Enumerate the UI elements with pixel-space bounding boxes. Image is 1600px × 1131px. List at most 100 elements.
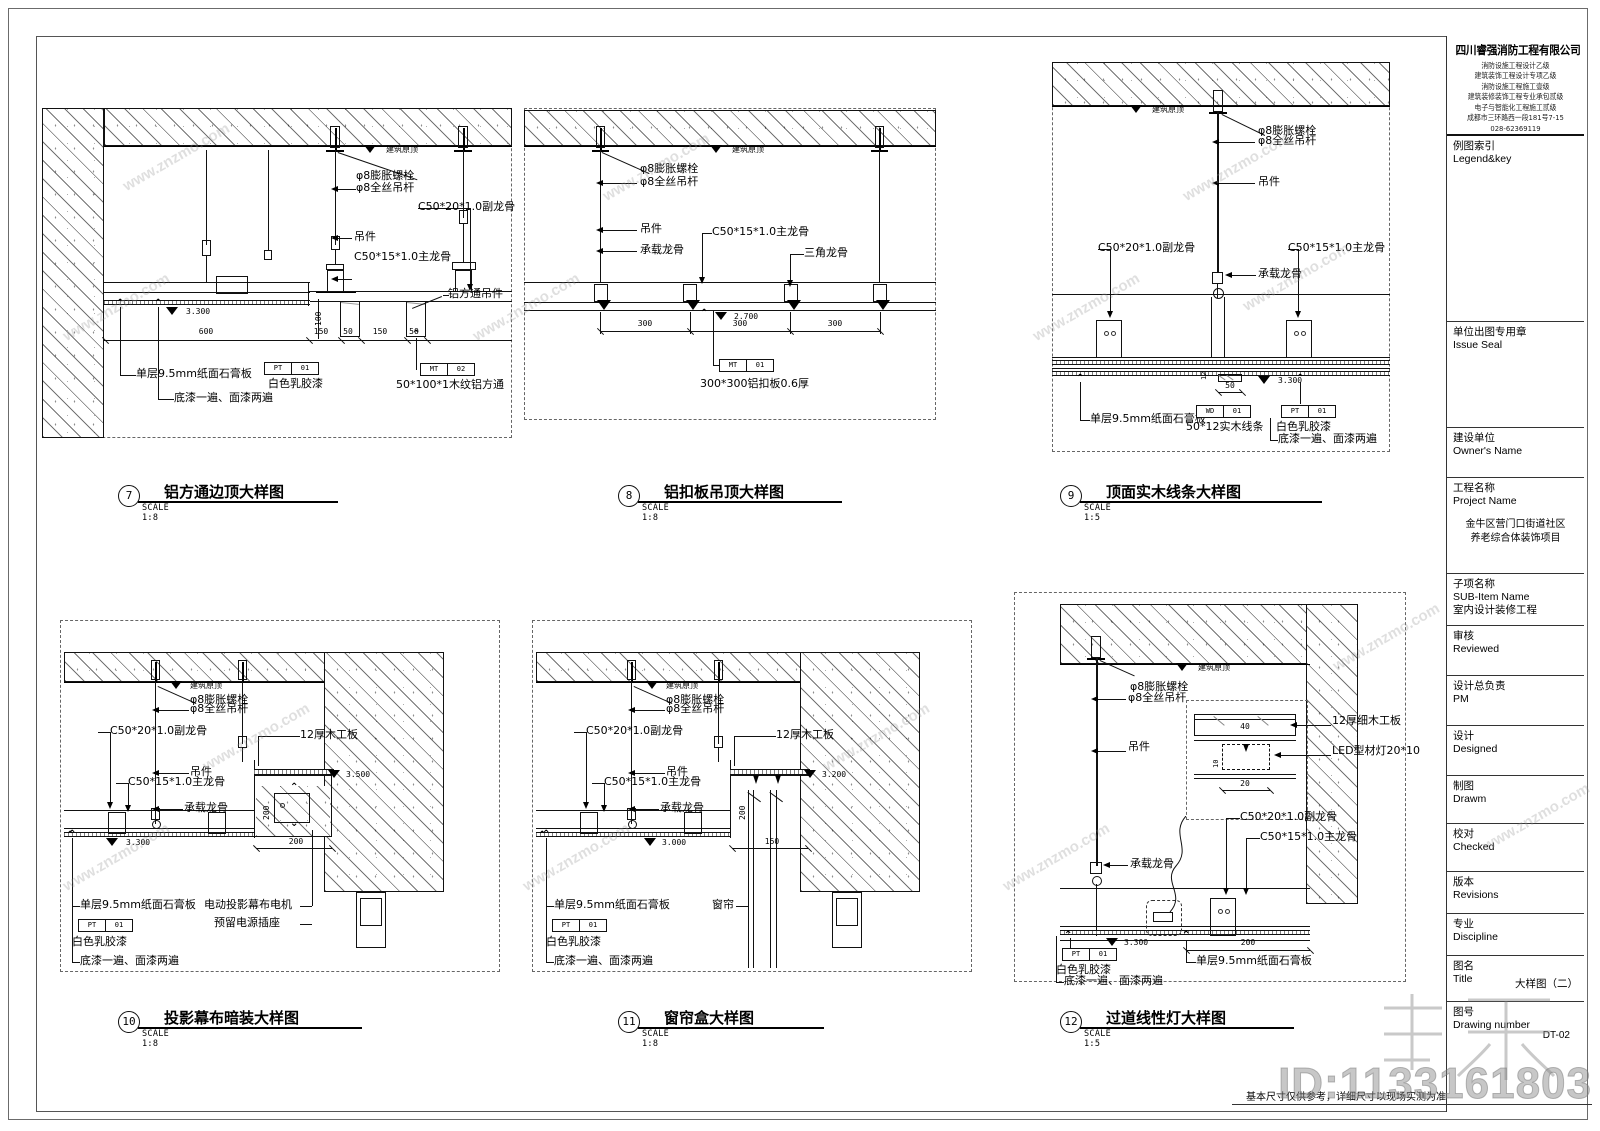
tb-number-cn: 图号 <box>1453 1006 1474 1018</box>
d9-tag-wd01: WD 01 <box>1196 405 1251 418</box>
d7-label-main-keel: C50*15*1.0主龙骨 <box>354 250 452 263</box>
d11-tag-pt01: PT 01 <box>552 919 607 932</box>
detail-7-number: 7 <box>118 485 140 507</box>
tb-row-checked: 校对 Checked <box>1447 824 1584 872</box>
d10-label-plywood: 12厚木工板 <box>300 728 358 741</box>
footer-rule <box>1232 1104 1592 1105</box>
d9-tag-pt01-num: 01 <box>1317 407 1327 415</box>
tb-pm-cn: 设计总负责 <box>1453 680 1506 692</box>
d10-label-board: 单层9.5mm纸面石膏板 <box>80 898 196 911</box>
company-qual-1: 建筑装饰工程设计专项乙级 <box>1474 71 1557 81</box>
tb-project-cn: 工程名称 <box>1453 482 1495 494</box>
tb-checked-cn: 校对 <box>1453 828 1474 840</box>
detail-12-scale: SCALE 1:5 <box>1084 1029 1112 1049</box>
tb-project-value: 金牛区营门口街道社区 养老综合体装饰项目 <box>1465 519 1566 544</box>
d8-tag-mt01-num: 01 <box>755 361 765 369</box>
d7-label-hanger: 吊件 <box>354 230 376 243</box>
tb-title-value: 大样图（二） <box>1515 978 1578 990</box>
d12-tag-pt01-num: 01 <box>1098 950 1108 958</box>
d7-tag-pt01-code: PT <box>265 363 292 374</box>
tb-row-designed: 设计 Designed <box>1447 726 1584 776</box>
d8-dim-2: 300 <box>827 319 843 328</box>
d7-dim-3: 150 <box>372 327 388 336</box>
tb-row-discipline: 专业 Discipline <box>1447 914 1584 956</box>
d11-label-bearing-keel: 承载龙骨 <box>660 801 704 814</box>
company-qual-4: 电子与智能化工程施工贰级 <box>1474 102 1557 112</box>
d9-tag-wd01-num: 01 <box>1232 407 1242 415</box>
d11-elev-0: 3.000 <box>662 838 687 847</box>
d7-tag-mt02: MT 02 <box>420 363 475 376</box>
d8-label-hanger: 吊件 <box>640 222 662 235</box>
footer-note: 基本尺寸仅供参考，详细尺寸以现场实测为准 <box>1246 1092 1446 1103</box>
d12-dim-0: 40 <box>1240 722 1250 731</box>
tb-designed-cn: 设计 <box>1453 730 1474 742</box>
tb-row-pm: 设计总负责 PM <box>1447 676 1584 726</box>
company-address: 成都市三环路西一段181号7-15 <box>1467 113 1564 123</box>
tb-title-cn: 图名 <box>1453 960 1474 972</box>
d8-dim-1: 300 <box>732 319 748 328</box>
d10-dim-1: 200 <box>288 837 304 846</box>
detail-11-number: 11 <box>618 1011 640 1033</box>
tb-row-issue-seal: 单位出图专用章 Issue Seal <box>1447 322 1584 428</box>
d7-dim-2: 50 <box>343 327 353 336</box>
company-qual-3: 建筑装修装饰工程专业承包贰级 <box>1467 92 1564 102</box>
detail-9-title: 顶面实木线条大样图 <box>1106 483 1242 501</box>
d10-label-sub-keel: C50*20*1.0副龙骨 <box>110 724 208 737</box>
tb-row-title: 图名 Title 大样图（二） <box>1447 956 1584 1002</box>
tb-reviewed-en: Reviewed <box>1453 643 1500 656</box>
d7-label-board: 单层9.5mm纸面石膏板 <box>136 367 252 380</box>
d7-tag-pt01: PT 01 <box>264 362 319 375</box>
d11-dim-1: 150 <box>764 837 780 846</box>
detail-9-scale: SCALE 1:5 <box>1084 503 1112 523</box>
d10-tag-pt01-num: 01 <box>114 921 124 929</box>
d12-label-bearing-keel: 承载龙骨 <box>1130 857 1174 870</box>
tb-row-owner: 建设单位 Owner's Name <box>1447 428 1584 478</box>
detail-10-scale: SCALE 1:8 <box>142 1029 170 1049</box>
d9-label-bearing-keel: 承载龙骨 <box>1258 267 1302 280</box>
d8-label-tri-keel: 三角龙骨 <box>804 246 848 259</box>
d11-label-rod: φ8全丝吊杆 <box>666 702 725 715</box>
d8-label-anchor: φ8膨胀螺栓 <box>640 162 699 175</box>
tb-legend-en: Legend&key <box>1453 153 1512 166</box>
tb-revisions-en: Revisions <box>1453 889 1499 902</box>
company-phone: 028-62369119 <box>1490 123 1541 133</box>
d11-label-board: 单层9.5mm纸面石膏板 <box>554 898 670 911</box>
tb-discipline-cn: 专业 <box>1453 918 1474 930</box>
d9-label-slab: 建筑原顶 <box>1152 105 1184 114</box>
tb-checked-en: Checked <box>1453 841 1495 854</box>
d8-tag-mt01: MT 01 <box>719 359 774 372</box>
tb-row-drawn: 制图 Drawm <box>1447 776 1584 824</box>
d12-label-rod: φ8全丝吊杆 <box>1128 691 1187 704</box>
d7-label-sub-keel: C50*20*1.0副龙骨 <box>418 200 516 213</box>
d12-label-plywood: 12厚细木工板 <box>1332 714 1401 727</box>
detail-8-title: 铝扣板吊顶大样图 <box>664 483 785 501</box>
tb-subitem-cn: 子项名称 <box>1453 578 1495 590</box>
d7-tag-mt02-num: 02 <box>456 365 466 373</box>
detail-9-number: 9 <box>1060 485 1082 507</box>
d7-elevation: 3.300 <box>186 307 211 316</box>
d9-dim-1: 12 <box>1200 371 1208 380</box>
d11-label-main-keel: C50*15*1.0主龙骨 <box>604 775 702 788</box>
detail-11-scale: SCALE 1:8 <box>642 1029 670 1049</box>
company-block: 四川睿强消防工程有限公司 消防设施工程设计乙级 建筑装饰工程设计专项乙级 消防设… <box>1447 36 1584 136</box>
tb-owner-cn: 建设单位 <box>1453 432 1495 444</box>
d8-label-main-keel: C50*15*1.0主龙骨 <box>712 225 810 238</box>
detail-12-number: 12 <box>1060 1011 1082 1033</box>
d12-label-board: 单层9.5mm纸面石膏板 <box>1196 954 1312 967</box>
d11-label-sub-keel: C50*20*1.0副龙骨 <box>586 724 684 737</box>
tb-row-revisions: 版本 Revisions <box>1447 872 1584 914</box>
tb-pm-en: PM <box>1453 693 1469 706</box>
tb-row-legend: 例图索引 Legend&key <box>1447 136 1584 322</box>
d9-tag-wd01-code: WD <box>1197 406 1224 417</box>
d10-label-main-keel: C50*15*1.0主龙骨 <box>128 775 226 788</box>
d8-label-bearing-keel: 承载龙骨 <box>640 243 684 256</box>
drawing-sheet: 建筑原顶 3.300 φ8膨胀螺栓 φ8全丝吊杆 吊件 C50*15*1.0主龙… <box>0 0 1600 1131</box>
tb-revisions-cn: 版本 <box>1453 876 1474 888</box>
d10-label-slab: 建筑原顶 <box>190 681 222 690</box>
detail-10-number: 10 <box>118 1011 140 1033</box>
title-block: 四川睿强消防工程有限公司 消防设施工程设计乙级 建筑装饰工程设计专项乙级 消防设… <box>1446 36 1584 1112</box>
d12-label-led: LED型材灯20*10 <box>1332 744 1421 757</box>
d10-label-socket: 预留电源插座 <box>214 916 280 929</box>
d7-label-slab: 建筑原顶 <box>386 145 418 154</box>
tb-row-number: 图号 Drawing number DT-02 <box>1447 1002 1584 1050</box>
